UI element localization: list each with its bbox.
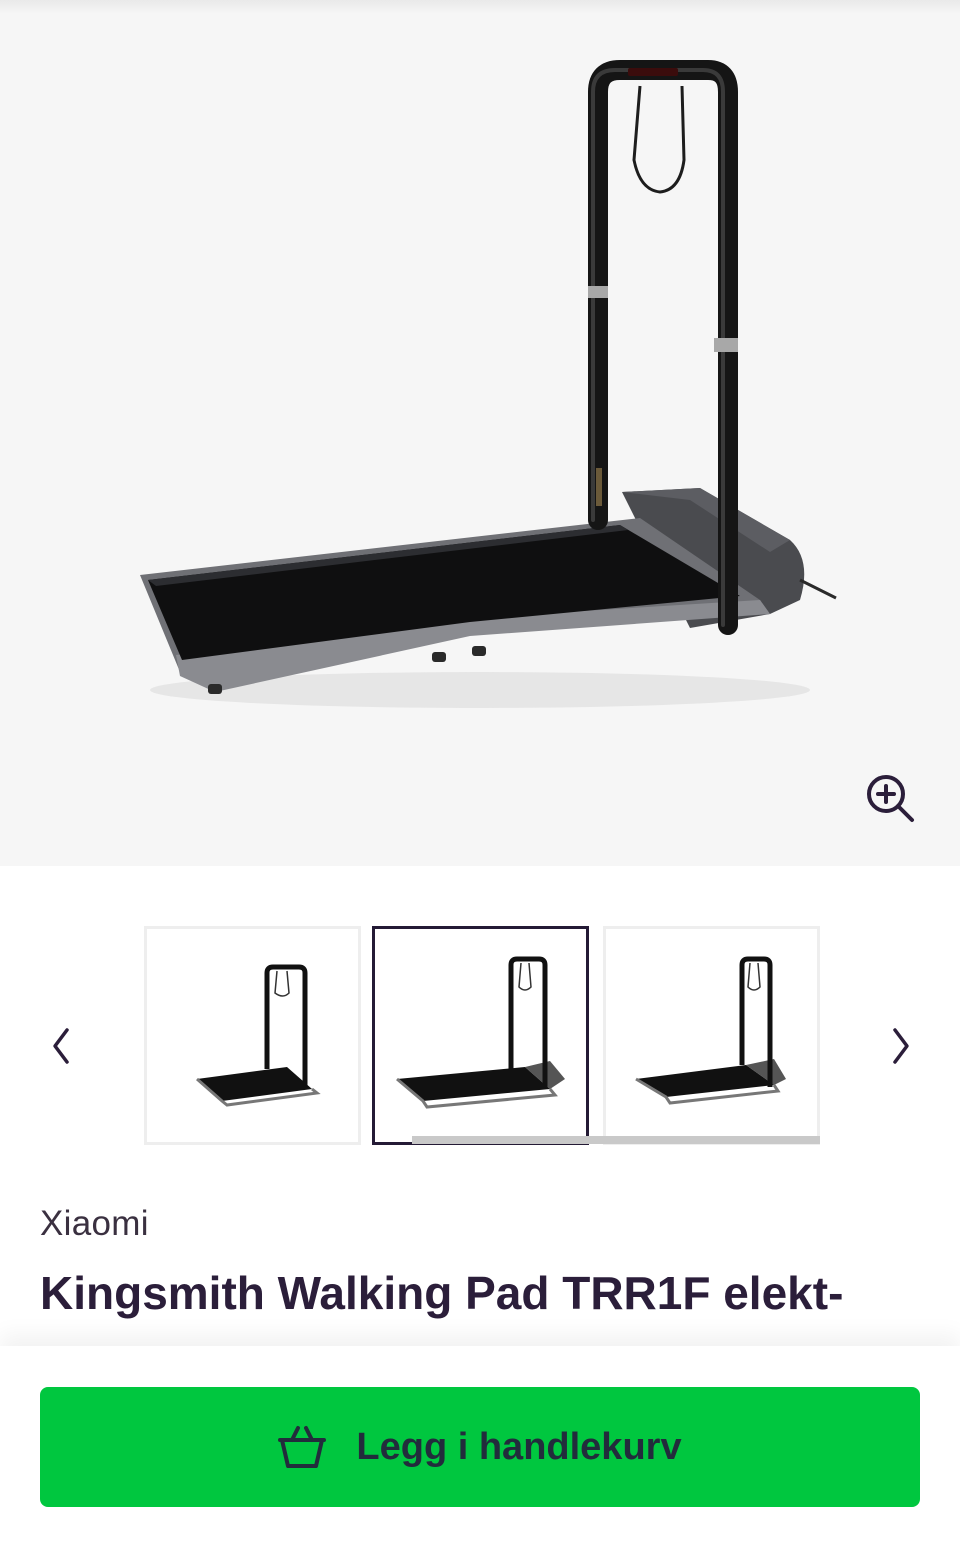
thumbnail-2-selected[interactable] [372,926,589,1145]
product-brand[interactable]: Xiaomi [40,1204,149,1244]
treadmill-thumbnail-image [635,956,786,1105]
treadmill-image [140,60,837,708]
gallery-prev-button[interactable] [36,1016,86,1076]
treadmill-thumbnail-image [396,956,565,1109]
thumbnail-gallery [0,866,960,1166]
thumbnail-1[interactable] [144,926,361,1145]
thumbnail-3[interactable] [603,926,820,1145]
chevron-left-icon [53,1028,69,1064]
basket-icon [278,1426,327,1468]
add-to-cart-label: Legg i handlekurv [356,1425,682,1468]
sticky-cta-bar: Legg i handlekurv [0,1346,960,1547]
product-hero-image[interactable] [0,0,960,866]
gallery-scroll-indicator [412,1136,820,1144]
treadmill-thumbnail-image [196,964,321,1107]
gallery-next-button[interactable] [876,1016,926,1076]
zoom-button[interactable] [860,768,920,828]
add-to-cart-button[interactable]: Legg i handlekurv [40,1387,920,1507]
zoom-in-icon [867,775,914,822]
product-title: Kingsmith Walking Pad TRR1F elekt- [40,1267,844,1319]
chevron-right-icon [893,1028,909,1064]
